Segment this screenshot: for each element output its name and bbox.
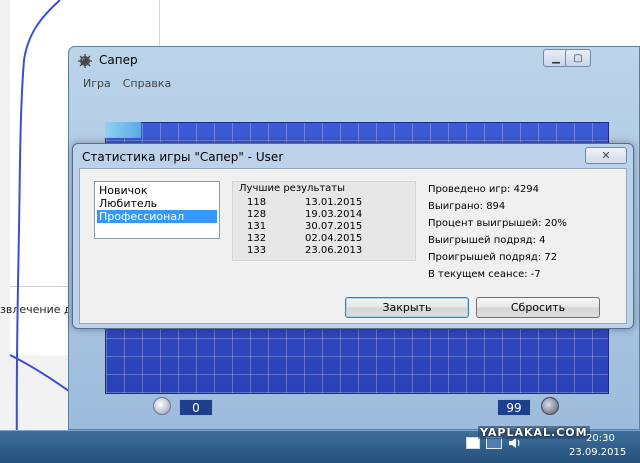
minimize-icon: ▁ — [552, 52, 560, 64]
background-header-pane — [160, 0, 640, 46]
best-result-row: 118 13.01.2015 — [247, 197, 362, 208]
close-button[interactable]: Закрыть — [345, 297, 469, 318]
best-date: 23.06.2013 — [305, 245, 363, 256]
mine-app-icon — [78, 54, 92, 68]
stat-win-percent: Процент выигрышей: 20% — [428, 218, 567, 229]
statistics-summary: Проведено игр: 4294 Выиграно: 894 Процен… — [428, 183, 567, 285]
best-score: 128 — [247, 209, 267, 220]
best-result-row: 128 19.03.2014 — [247, 209, 362, 220]
best-result-row: 133 23.06.2013 — [247, 245, 362, 256]
level-item-intermediate[interactable]: Любитель — [97, 197, 217, 210]
window-title: Сапер — [99, 53, 138, 67]
best-results-panel: Лучшие результаты 118 13.01.2015 128 19.… — [232, 181, 416, 261]
maximize-icon: ▢ — [573, 52, 583, 64]
timer-counter: 0 — [179, 399, 213, 416]
watermark: YAPLAKAL.COM — [478, 426, 590, 439]
clock-icon — [153, 397, 171, 415]
dialog-body: Новичок Любитель Профессионал Лучшие рез… — [79, 168, 627, 324]
best-results-title: Лучшие результаты — [239, 183, 346, 194]
best-score: 131 — [247, 221, 267, 232]
level-item-beginner[interactable]: Новичок — [97, 184, 217, 197]
mine-icon — [541, 397, 559, 415]
mines-counter: 99 — [497, 399, 531, 416]
menu-game[interactable]: Игра — [83, 77, 111, 95]
best-score: 118 — [247, 197, 267, 208]
clock-date[interactable]: 23.09.2015 — [569, 447, 626, 458]
best-score: 133 — [247, 245, 267, 256]
best-result-row: 131 30.07.2015 — [247, 221, 362, 232]
title-bar[interactable]: Сапер ▁ ▢ — [69, 47, 639, 75]
best-date: 30.07.2015 — [305, 221, 363, 232]
stat-win-streak: Выигрышей подряд: 4 — [428, 235, 546, 246]
best-result-row: 132 02.04.2015 — [247, 233, 362, 244]
stat-games-played: Проведено игр: 4294 — [428, 184, 540, 195]
clock-time[interactable]: 20:30 — [586, 433, 615, 444]
best-score: 132 — [247, 233, 267, 244]
menu-bar: Игра Справка — [75, 77, 171, 95]
background-partial-text: звлечение д — [0, 303, 70, 316]
stat-games-won: Выиграно: 894 — [428, 201, 506, 212]
best-date: 19.03.2014 — [305, 209, 363, 220]
background-divider — [10, 286, 70, 287]
best-date: 13.01.2015 — [305, 197, 363, 208]
level-list[interactable]: Новичок Любитель Профессионал — [94, 181, 220, 239]
statistics-dialog: Статистика игры "Сапер" - User ✕ Новичок… — [72, 143, 634, 329]
close-icon: ✕ — [601, 149, 611, 162]
dialog-title: Статистика игры "Сапер" - User — [82, 150, 284, 164]
hovered-cells[interactable] — [105, 122, 141, 138]
maximize-button[interactable]: ▢ — [565, 49, 591, 67]
reset-button[interactable]: Сбросить — [476, 297, 600, 318]
menu-help[interactable]: Справка — [123, 77, 171, 95]
dialog-close-button[interactable]: ✕ — [585, 147, 627, 164]
stat-current-session: В текущем сеансе: -7 — [428, 269, 541, 280]
stat-loss-streak: Проигрышей подряд: 72 — [428, 252, 558, 263]
best-date: 02.04.2015 — [305, 233, 363, 244]
level-item-expert[interactable]: Профессионал — [97, 210, 217, 223]
